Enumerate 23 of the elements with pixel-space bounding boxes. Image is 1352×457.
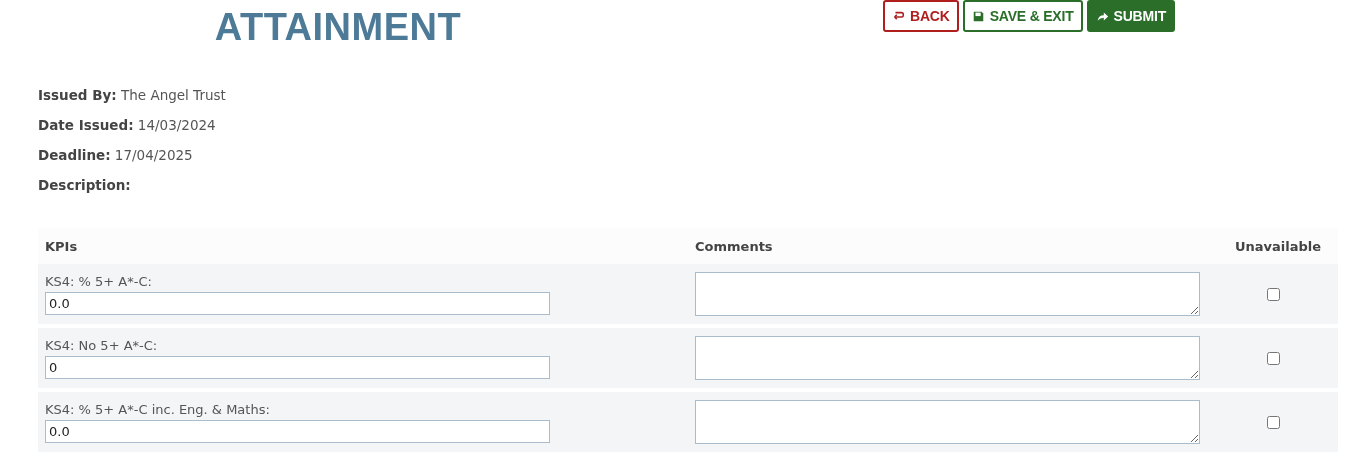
unavailable-checkbox[interactable] — [1266, 287, 1280, 301]
comment-field[interactable] — [695, 272, 1200, 316]
input-field[interactable]: 0.0 — [45, 291, 550, 315]
input-field[interactable]: 0 — [45, 355, 550, 379]
detail-line: Date Issued: 14/03/2024 — [38, 116, 217, 134]
kpi-label: KS4: % 5+ A*-C: — [45, 273, 153, 289]
unavailable-checkbox[interactable] — [1266, 415, 1280, 429]
input-field[interactable]: 0.0 — [45, 419, 550, 443]
comment-field[interactable] — [695, 400, 1200, 444]
page-title: ATTAINMENT — [214, 6, 462, 50]
kpi-label: KS4: No 5+ A*-C: — [45, 337, 159, 353]
detail-line: Deadline: 17/04/2025 — [38, 146, 194, 164]
column-header: KPIs — [44, 238, 79, 254]
submit-button[interactable]: SUBMIT — [1086, 0, 1176, 32]
save-button[interactable]: SAVE & EXIT — [962, 0, 1083, 32]
column-header: Unavailable — [1233, 238, 1323, 254]
detail-line: Issued By: The Angel Trust — [38, 86, 227, 104]
comment-field[interactable] — [695, 336, 1200, 380]
unavailable-checkbox[interactable] — [1266, 351, 1280, 365]
back-button[interactable]: BACK — [883, 0, 959, 32]
detail-line: Description: — [38, 176, 132, 194]
column-header: Comments — [694, 238, 774, 254]
kpi-label: KS4: % 5+ A*-C inc. Eng. & Maths: — [45, 401, 271, 417]
